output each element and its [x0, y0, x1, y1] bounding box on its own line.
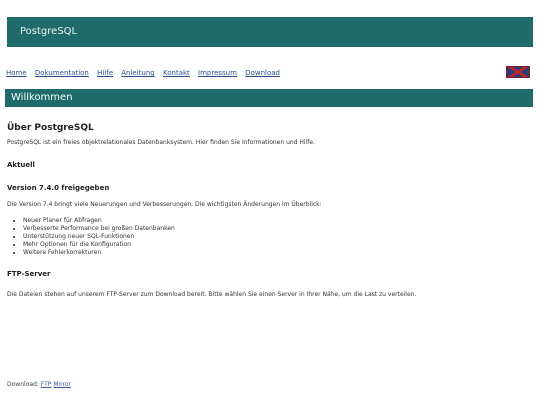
- nav-anleitung[interactable]: Anleitung: [121, 69, 154, 77]
- feature-item: Weitere Fehlerkorrekturen: [23, 249, 529, 257]
- news-subheading: Version 7.4.0 freigegeben: [7, 184, 110, 192]
- article-intro: PostgreSQL ist ein freies objektrelation…: [7, 139, 315, 146]
- ftp-heading: FTP-Server: [7, 270, 51, 278]
- nav-download[interactable]: Download: [245, 69, 280, 77]
- feature-item: Neuer Planer für Abfragen: [23, 217, 529, 225]
- breadcrumb-link-mirror[interactable]: Mirror: [53, 381, 71, 388]
- header-bar: PostgreSQL: [7, 17, 533, 47]
- feature-item: Mehr Optionen für die Konfiguration: [23, 241, 529, 249]
- page: PostgreSQL Home Dokumentation Hilfe Anle…: [0, 0, 539, 400]
- ftp-text: Die Dateien stehen auf unserem FTP-Serve…: [7, 291, 417, 298]
- nav-kontakt[interactable]: Kontakt: [163, 69, 190, 77]
- section-title: Willkommen: [11, 92, 73, 103]
- article-heading: Über PostgreSQL: [7, 123, 94, 133]
- section-bar: Willkommen: [5, 89, 533, 107]
- news-body: Die Version 7.4 bringt viele Neuerungen …: [7, 201, 322, 208]
- nav-home[interactable]: Home: [6, 69, 27, 77]
- site-brand[interactable]: PostgreSQL: [20, 26, 77, 38]
- news-heading: Aktuell: [7, 161, 35, 169]
- main-nav: Home Dokumentation Hilfe Anleitung Konta…: [6, 67, 496, 79]
- feature-item: Unterstützung neuer SQL-Funktionen: [23, 233, 529, 241]
- feature-list: Neuer Planer für Abfragen Verbesserte Pe…: [7, 217, 529, 257]
- main-content: Über PostgreSQL PostgreSQL ist ein freie…: [7, 114, 529, 299]
- uk-flag-icon[interactable]: [506, 66, 530, 78]
- breadcrumb-prefix: Download:: [7, 381, 39, 388]
- nav-dokumentation[interactable]: Dokumentation: [35, 69, 89, 77]
- breadcrumb-link-ftp[interactable]: FTP: [41, 381, 52, 388]
- breadcrumb: Download: FTP Mirror: [7, 381, 307, 389]
- nav-impressum[interactable]: Impressum: [198, 69, 237, 77]
- nav-hilfe[interactable]: Hilfe: [97, 69, 113, 77]
- feature-item: Verbesserte Performance bei großen Daten…: [23, 225, 529, 233]
